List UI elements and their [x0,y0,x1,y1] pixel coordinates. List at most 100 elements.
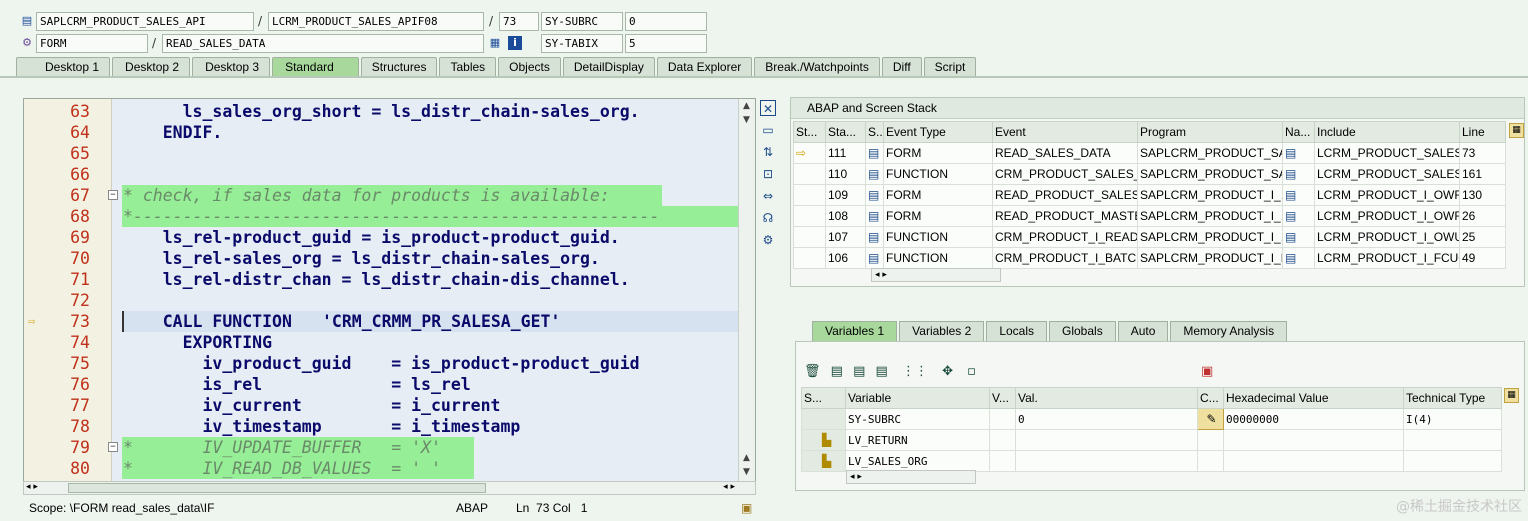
delete-icon[interactable]: 🗑 [804,364,821,379]
variable-name[interactable]: SY-SUBRC [845,408,990,430]
sy-field-value-2[interactable]: 5 [625,34,707,53]
table-row[interactable]: 110 ▤ FUNCTION CRM_PRODUCT_SALES_... SAP… [793,163,1506,185]
tab-memory-analysis[interactable]: Memory Analysis [1170,321,1288,341]
tab-locals[interactable]: Locals [986,321,1047,341]
tab-objects[interactable]: Objects [498,57,561,76]
code-line[interactable]: 70 ls_rel-sales_org = ls_distr_chain-sal… [24,248,739,269]
include-name[interactable]: LCRM_PRODUCT_SALES... [1314,142,1460,164]
save-icon[interactable]: ▣ [1201,364,1213,379]
table-row[interactable]: 109 ▤ FORM READ_PRODUCT_SALES... SAPLCRM… [793,184,1506,206]
code-line[interactable]: 68 *-------------------------------------… [24,206,739,227]
new-window-icon[interactable]: ▭ [760,122,776,138]
tab-desktop-2[interactable]: Desktop 2 [112,57,191,76]
navigate-icon[interactable]: ▤ [1282,163,1315,185]
column-header[interactable]: St... [793,121,826,143]
code-line[interactable]: 63 ls_sales_org_short = ls_distr_chain-s… [24,101,739,122]
navigate-icon[interactable]: ▤ [1282,205,1315,227]
sy-field-name-1[interactable]: SY-SUBRC [541,12,623,31]
scroll-up-icon[interactable]: ▲ [739,453,754,463]
event-name[interactable]: CRM_PRODUCT_I_BATC... [992,247,1138,269]
close-icon[interactable]: ✕ [760,100,776,116]
variable-name[interactable]: LV_SALES_ORG [845,450,990,472]
resize-icon[interactable]: ⇔ [760,188,776,204]
move-icon[interactable]: ✥ [942,364,953,379]
navigate-icon[interactable]: ▤ [1282,226,1315,248]
include-name[interactable]: LCRM_PRODUCT_SALES... [1314,163,1460,185]
code-editor[interactable]: 63 ls_sales_org_short = ls_distr_chain-s… [23,98,756,495]
tab-detail-display[interactable]: DetailDisplay [562,57,655,76]
code-line[interactable]: 78 iv_timestamp = i_timestamp [24,416,739,437]
program-name[interactable]: SAPLCRM_PRODUCT_I_FC [1137,247,1283,269]
tab-desktop-1[interactable]: Desktop 1 [16,57,111,76]
program-name[interactable]: SAPLCRM_PRODUCT_SA... [1137,163,1283,185]
column-header[interactable]: Variable [845,387,990,409]
variable-value[interactable]: 0 [1015,408,1198,430]
tree-icon[interactable]: ⋮⋮ [902,364,928,379]
column-header[interactable]: Include [1314,121,1460,143]
code-line[interactable]: 66 [24,164,739,185]
tab-breakpoints[interactable]: Break./Watchpoints [754,57,880,76]
tab-variables-2[interactable]: Variables 2 [899,321,985,341]
include-name[interactable]: LCRM_PRODUCT_I_OWF... [1314,184,1460,206]
scroll-thumb[interactable] [68,483,486,493]
column-header[interactable]: Line [1459,121,1506,143]
column-header[interactable]: Event [992,121,1138,143]
program-name[interactable]: SAPLCRM_PRODUCT_I_... [1137,205,1283,227]
event-name[interactable]: CRM_PRODUCT_SALES_... [992,163,1138,185]
tab-standard[interactable]: Standard [272,57,359,76]
headset-icon[interactable]: ☊ [760,210,776,226]
include-name[interactable]: LCRM_PRODUCT_I_FCU05 [1314,247,1460,269]
info-icon[interactable]: i [508,36,522,50]
code-line[interactable]: 71 ls_rel-distr_chan = ls_distr_chain-di… [24,269,739,290]
variable-value[interactable] [1015,429,1198,451]
code-line[interactable]: 74 EXPORTING [24,332,739,353]
table-settings-icon[interactable]: ▦ [1504,388,1519,403]
tab-variables-1[interactable]: Variables 1 [812,321,898,341]
table-row[interactable]: 106 ▤ FUNCTION CRM_PRODUCT_I_BATC... SAP… [793,247,1506,269]
scroll-down-icon[interactable]: ▼ [739,467,754,477]
editor-horizontal-scrollbar[interactable]: ◂ ▸ ◂ ▸ [23,481,756,495]
event-name[interactable]: READ_PRODUCT_SALES... [992,184,1138,206]
code-line[interactable]: 64 ENDIF. [24,122,739,143]
fold-toggle-icon[interactable]: − [108,442,118,452]
code-line[interactable]: 76 is_rel = ls_rel [24,374,739,395]
maximize-icon[interactable]: ⊡ [760,166,776,182]
sy-field-value-1[interactable]: 0 [625,12,707,31]
code-line[interactable]: 69 ls_rel-product_guid = is_product-prod… [24,227,739,248]
swap-icon[interactable]: ⇅ [760,144,776,160]
event-name[interactable]: CRM_PRODUCT_I_READ... [992,226,1138,248]
code-line[interactable]: 65 [24,143,739,164]
fold-toggle-icon[interactable]: − [108,190,118,200]
column-header[interactable]: Sta... [825,121,866,143]
column-header[interactable]: C... [1197,387,1224,409]
event-name[interactable]: READ_SALES_DATA [992,142,1138,164]
event-type-field[interactable]: FORM [36,34,148,53]
tab-diff[interactable]: Diff [881,57,922,76]
variables-horizontal-scrollbar[interactable]: ◂ ▸ [846,470,976,484]
line-field[interactable]: 73 [499,12,539,31]
navigate-icon[interactable]: ▤ [1282,247,1315,269]
settings-icon[interactable]: ⚙ [760,232,776,248]
variable-value[interactable] [1015,450,1198,472]
program-field[interactable]: SAPLCRM_PRODUCT_SALES_API [36,12,254,31]
column-header[interactable]: Technical Type [1403,387,1502,409]
copy-icon[interactable]: ▤ [853,364,865,379]
event-name[interactable]: READ_PRODUCT_MASTE... [992,205,1138,227]
column-header[interactable]: Event Type [883,121,993,143]
tab-globals[interactable]: Globals [1049,321,1116,341]
table-row[interactable]: 107 ▤ FUNCTION CRM_PRODUCT_I_READ... SAP… [793,226,1506,248]
sy-field-name-2[interactable]: SY-TABIX [541,34,623,53]
table-settings-icon[interactable]: ▦ [1509,123,1524,138]
variable-name[interactable]: LV_RETURN [845,429,990,451]
include-name[interactable]: LCRM_PRODUCT_I_OWU... [1314,226,1460,248]
code-line[interactable]: 77 iv_current = i_current [24,395,739,416]
column-header[interactable]: S... [801,387,846,409]
program-name[interactable]: SAPLCRM_PRODUCT_SA... [1137,142,1283,164]
table-row[interactable]: ⇨ 111 ▤ FORM READ_SALES_DATA SAPLCRM_PRO… [793,142,1506,164]
export-icon[interactable]: ▫ [967,364,976,379]
code-line[interactable]: − 79 * IV_UPDATE_BUFFER = 'X' [24,437,739,458]
insert-icon[interactable]: ▤ [831,364,843,379]
table-row[interactable]: ▙ LV_RETURN [801,429,1502,451]
code-line[interactable]: 75 iv_product_guid = is_product-product_… [24,353,739,374]
tab-structures[interactable]: Structures [360,57,438,76]
